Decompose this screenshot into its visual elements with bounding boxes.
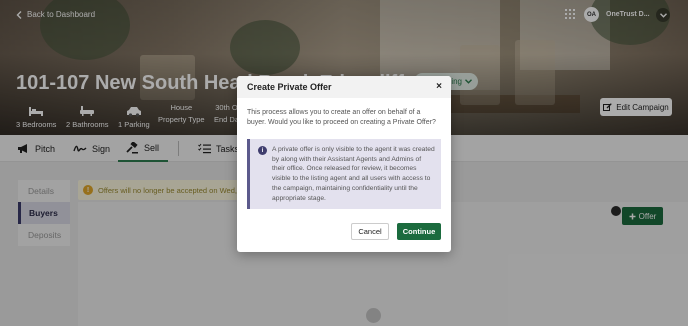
- dialog-title: Create Private Offer: [247, 82, 332, 92]
- continue-button[interactable]: Continue: [397, 223, 441, 240]
- dialog-body: This process allows you to create an off…: [237, 98, 451, 210]
- info-icon: i: [258, 146, 267, 155]
- cancel-button[interactable]: Cancel: [351, 223, 389, 240]
- create-private-offer-dialog: Create Private Offer × This process allo…: [237, 76, 451, 252]
- private-offer-info: i A private offer is only visible to the…: [247, 139, 441, 210]
- close-icon[interactable]: ×: [436, 82, 442, 92]
- dialog-intro: This process allows you to create an off…: [247, 109, 436, 126]
- info-text: A private offer is only visible to the a…: [272, 146, 435, 202]
- dialog-footer: Cancel Continue: [351, 223, 441, 240]
- dialog-header: Create Private Offer ×: [237, 76, 451, 98]
